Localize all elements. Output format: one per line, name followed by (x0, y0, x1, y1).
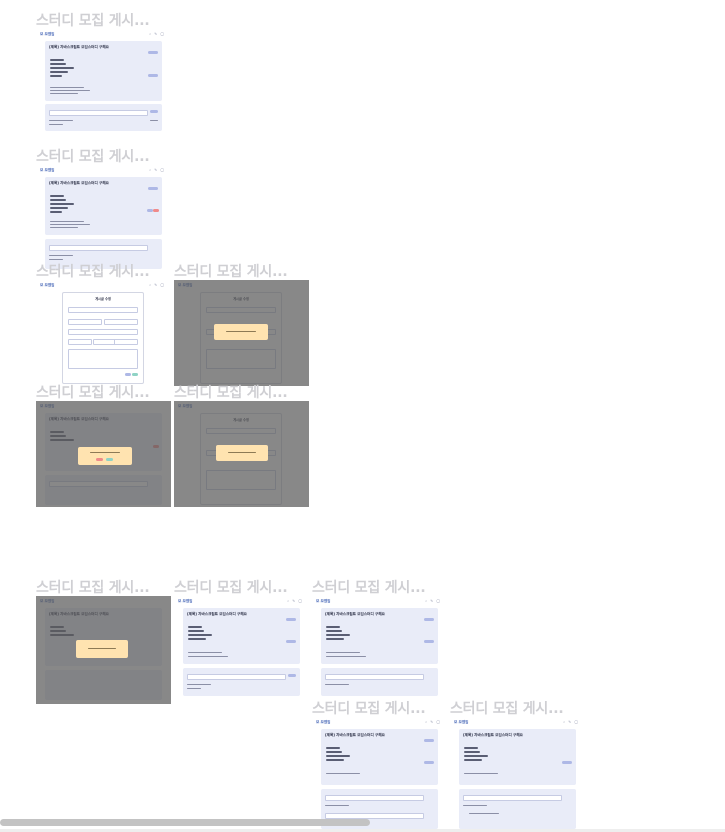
frame-thumbnail: 모 모였임 ⌕ ✎ ◯ [제목] 자바스크립트 모임스터디 구해요 (174, 596, 309, 702)
comment-card (183, 668, 300, 696)
post-card: [제목] 자바스크립트 모임스터디 구해요 (183, 608, 300, 664)
comment-card (45, 104, 162, 131)
app-logo: 모 모였임 (40, 283, 55, 287)
app-logo: 모 모였임 (40, 168, 55, 172)
post-title: [제목] 자바스크립트 모임스터디 구해요 (325, 733, 385, 737)
frame-thumbnail: 모 모였임 ⌕ ✎ ◯ [제목] 자바스크립트 모임스터디 구해요 (450, 717, 585, 832)
post-card: [제목] 자바스크립트 모임스터디 구해요 (321, 608, 438, 664)
frame-title: 스터디 모집 게시... (174, 580, 288, 596)
frame-title: 스터디 모집 게시... (36, 264, 150, 280)
frame-title: 스터디 모집 게시... (36, 580, 150, 596)
frame-title: 스터디 모집 게시... (36, 13, 150, 29)
confirm-modal (78, 447, 132, 465)
frame-thumbnail: 모 모였임 ⌕ ✎ ◯ [제목] 자바스크립트 모임스터디 구해요 (312, 596, 447, 702)
frame-thumbnail: 모 모였임 ⌕ ✎ ◯ [제목] 자바스크립트 모임스터디 구해요 (36, 165, 171, 271)
toolbar-icons: ⌕ ✎ ◯ (563, 720, 579, 724)
horizontal-scrollbar-thumb[interactable] (0, 819, 370, 826)
comment-card (321, 668, 438, 696)
comment-card (459, 789, 576, 829)
post-card: [제목] 자바스크립트 모임스터디 구해요 (45, 177, 162, 235)
frame-title: 스터디 모집 게시... (450, 701, 564, 717)
confirm-modal (216, 445, 268, 461)
post-title: [제목] 자바스크립트 모임스터디 구해요 (325, 612, 385, 616)
frame-thumbnail: 모 모였임 ⌕ ✎ ◯ 게시글 수정 (36, 280, 171, 386)
frame-title: 스터디 모집 게시... (36, 149, 150, 165)
form-title: 게시글 수정 (95, 297, 111, 301)
toolbar-icons: ⌕ ✎ ◯ (425, 599, 441, 603)
edit-form: 게시글 수정 (62, 292, 144, 384)
toolbar-icons: ⌕ ✎ ◯ (287, 599, 303, 603)
frame-thumbnail: 모 모였임 [제목] 자바스크립트 모임스터디 구해요 (36, 401, 171, 507)
confirm-modal (214, 324, 268, 340)
frame-thumbnail: 모 모였임 ⌕ ✎ ◯ [제목] 자바스크립트 모임스터디 구해요 (36, 29, 171, 135)
post-card: [제목] 자바스크립트 모임스터디 구해요 (459, 729, 576, 785)
frame-title: 스터디 모집 게시... (312, 701, 426, 717)
app-logo: 모 모였임 (316, 599, 331, 603)
edit-button (148, 51, 158, 54)
post-title: [제목] 자바스크립트 모임스터디 구해요 (49, 45, 109, 49)
post-card: [제목] 자바스크립트 모임스터디 구해요 (321, 729, 438, 785)
frame-title: 스터디 모집 게시... (36, 385, 150, 401)
frame-thumbnail: 모 모였임 게시글 수정 (174, 280, 309, 386)
frame-title: 스터디 모집 게시... (174, 264, 288, 280)
post-title: [제목] 자바스크립트 모임스터디 구해요 (49, 181, 109, 185)
toolbar-icons: ⌕ ✎ ◯ (425, 720, 441, 724)
toolbar-icons: ⌕ ✎ ◯ (149, 32, 165, 36)
app-logo: 모 모였임 (178, 599, 193, 603)
post-title: [제목] 자바스크립트 모임스터디 구해요 (187, 612, 247, 616)
frame-thumbnail: 모 모였임 ⌕ ✎ ◯ [제목] 자바스크립트 모임스터디 구해요 (312, 717, 447, 832)
toolbar-icons: ⌕ ✎ ◯ (149, 283, 165, 287)
toolbar-icons: ⌕ ✎ ◯ (149, 168, 165, 172)
confirm-modal (76, 640, 128, 658)
app-logo: 모 모였임 (316, 720, 331, 724)
app-logo: 모 모였임 (454, 720, 469, 724)
post-title: [제목] 자바스크립트 모임스터디 구해요 (463, 733, 523, 737)
frame-thumbnail: 모 모였임 게시글 수정 (174, 401, 309, 507)
post-card: [제목] 자바스크립트 모임스터디 구해요 (45, 41, 162, 101)
app-logo: 모 모였임 (40, 32, 55, 36)
frame-title: 스터디 모집 게시... (312, 580, 426, 596)
frame-title: 스터디 모집 게시... (174, 385, 288, 401)
frame-thumbnail: 모 모였임 [제목] 자바스크립트 모임스터디 구해요 (36, 596, 171, 704)
